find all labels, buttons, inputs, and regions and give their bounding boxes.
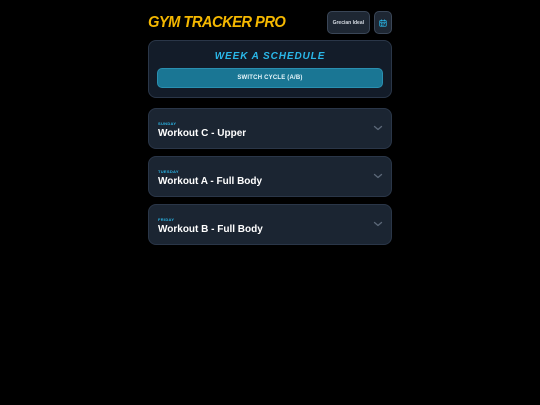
workout-name: Workout A - Full Body bbox=[158, 176, 263, 187]
schedule-title: WEEK A SCHEDULE bbox=[214, 51, 326, 62]
switch-cycle-button[interactable]: SWITCH CYCLE (A/B) bbox=[157, 68, 383, 88]
workout-card-tuesday[interactable]: TUESDAY Workout A - Full Body bbox=[148, 156, 392, 197]
workout-list: SUNDAY Workout C - Upper TUESDAY Workout… bbox=[148, 108, 392, 245]
user-button[interactable]: Grecian Ideal bbox=[326, 11, 370, 34]
workout-card-sunday[interactable]: SUNDAY Workout C - Upper bbox=[148, 108, 392, 149]
calendar-button[interactable] bbox=[374, 11, 392, 34]
workout-day-label: TUESDAY bbox=[158, 169, 179, 174]
workout-name: Workout B - Full Body bbox=[158, 224, 263, 235]
header-actions: Grecian Ideal bbox=[326, 11, 392, 34]
chevron-down-icon[interactable] bbox=[373, 172, 383, 180]
schedule-card: WEEK A SCHEDULE SWITCH CYCLE (A/B) bbox=[148, 40, 392, 98]
header: GYM TRACKER PRO Grecian Ideal bbox=[148, 10, 392, 35]
chevron-down-icon[interactable] bbox=[373, 124, 383, 132]
workout-day-label: SUNDAY bbox=[158, 121, 177, 126]
workout-day-label: FRIDAY bbox=[158, 217, 175, 222]
app-title: GYM TRACKER PRO bbox=[148, 13, 286, 31]
chevron-down-icon[interactable] bbox=[373, 220, 383, 228]
workout-card-friday[interactable]: FRIDAY Workout B - Full Body bbox=[148, 204, 392, 245]
app-container: GYM TRACKER PRO Grecian Ideal WEEK A SCH… bbox=[148, 10, 392, 245]
workout-name: Workout C - Upper bbox=[158, 128, 247, 139]
calendar-icon bbox=[379, 19, 387, 27]
